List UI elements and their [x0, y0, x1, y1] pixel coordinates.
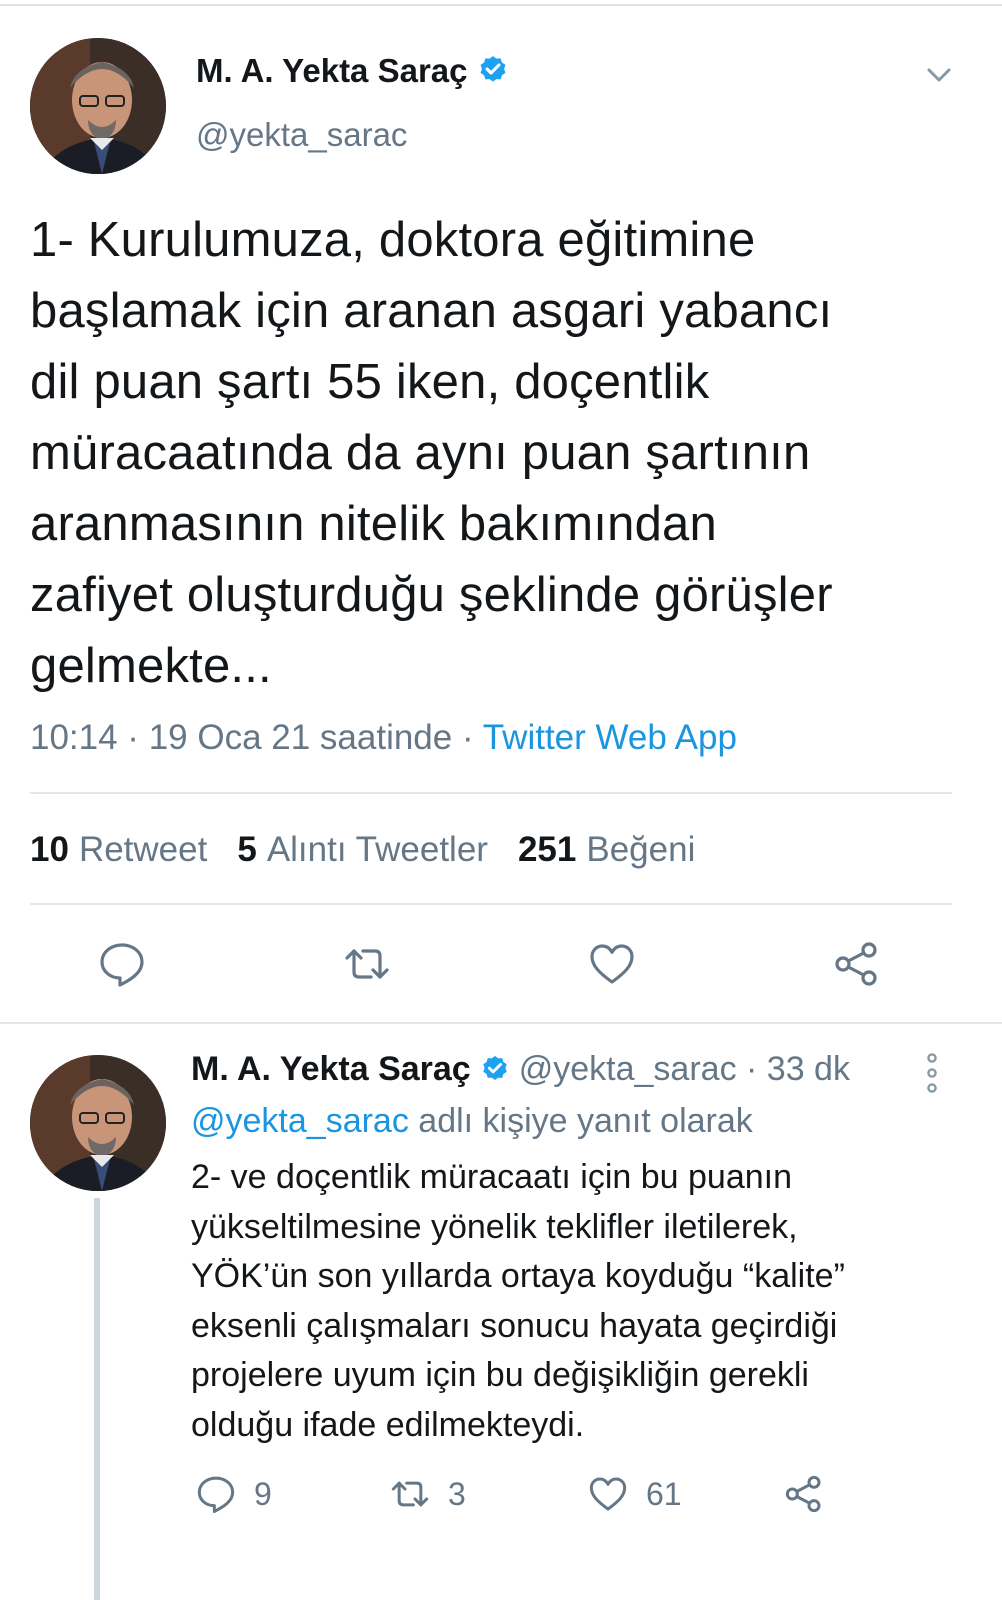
- reply-text: 2- ve doçentlik müracaatı için bu puanın…: [191, 1158, 845, 1444]
- author-name-text[interactable]: M. A. Yekta Saraç: [196, 52, 468, 90]
- reply-icon[interactable]: [98, 940, 146, 988]
- thread-connector-line: [94, 1198, 100, 1600]
- retweets-label: Retweet: [78, 830, 208, 869]
- verified-badge-icon: [476, 54, 510, 88]
- divider: [30, 792, 952, 794]
- more-options-icon[interactable]: [922, 1052, 942, 1094]
- source-link[interactable]: Twitter Web App: [483, 718, 737, 757]
- retweet-count: 3: [448, 1475, 466, 1512]
- retweet-button[interactable]: 3: [390, 1474, 466, 1514]
- reply-count: 9: [254, 1475, 272, 1512]
- quotes-count: 5: [237, 830, 257, 869]
- retweets-count: 10: [30, 830, 69, 869]
- like-count: 61: [646, 1475, 682, 1512]
- author-name[interactable]: M. A. Yekta Saraç: [196, 52, 510, 90]
- avatar-photo: [30, 1055, 166, 1191]
- reply-to-suffix: adlı kişiye yanıt olarak: [408, 1102, 753, 1140]
- main-tweet: M. A. Yekta Saraç @yekta_sarac 1- Kurulu…: [0, 0, 1002, 1040]
- share-icon[interactable]: [833, 940, 881, 988]
- like-icon: [589, 1477, 627, 1511]
- likes-stat[interactable]: 251 Beğeni: [518, 830, 695, 870]
- timestamp[interactable]: 10:14 · 19 Oca 21 saatinde ·: [30, 718, 483, 757]
- section-divider: [0, 1022, 1002, 1024]
- share-button[interactable]: [784, 1474, 842, 1514]
- reply-author-name[interactable]: M. A. Yekta Saraç: [191, 1050, 471, 1089]
- likes-count: 251: [517, 830, 577, 869]
- share-icon: [785, 1475, 821, 1513]
- likes-label: Beğeni: [586, 830, 696, 869]
- retweet-icon: [391, 1481, 429, 1507]
- reply-context: @yekta_sarac adlı kişiye yanıt olarak: [191, 1102, 753, 1141]
- avatar-photo: [30, 38, 166, 174]
- reply-button[interactable]: 9: [196, 1474, 272, 1514]
- retweet-icon[interactable]: [343, 940, 391, 988]
- divider: [30, 903, 952, 905]
- avatar[interactable]: [30, 38, 166, 174]
- reply-handle-time[interactable]: @yekta_sarac · 33 dk: [519, 1050, 850, 1089]
- like-button[interactable]: 61: [588, 1474, 682, 1514]
- chevron-down-icon[interactable]: [924, 60, 954, 90]
- quotes-stat[interactable]: 5 Alıntı Tweetler: [237, 830, 488, 870]
- tweet-text: 1- Kurulumuza, doktora eğitimine başlama…: [30, 213, 833, 693]
- author-handle[interactable]: @yekta_sarac: [196, 116, 407, 154]
- reply-avatar[interactable]: [30, 1055, 166, 1191]
- tweet-stats: 10 Retweet 5 Alıntı Tweetler 251 Beğeni: [30, 830, 695, 870]
- like-icon[interactable]: [588, 940, 636, 988]
- tweet-meta: 10:14 · 19 Oca 21 saatinde · Twitter Web…: [30, 718, 737, 758]
- reply-header: M. A. Yekta Saraç @yekta_sarac · 33 dk: [191, 1050, 850, 1089]
- reply-icon: [197, 1476, 235, 1513]
- quotes-label: Alıntı Tweetler: [266, 830, 488, 869]
- retweets-stat[interactable]: 10 Retweet: [30, 830, 207, 870]
- verified-badge-icon: [479, 1054, 511, 1086]
- reply-to-mention[interactable]: @yekta_sarac: [191, 1102, 409, 1140]
